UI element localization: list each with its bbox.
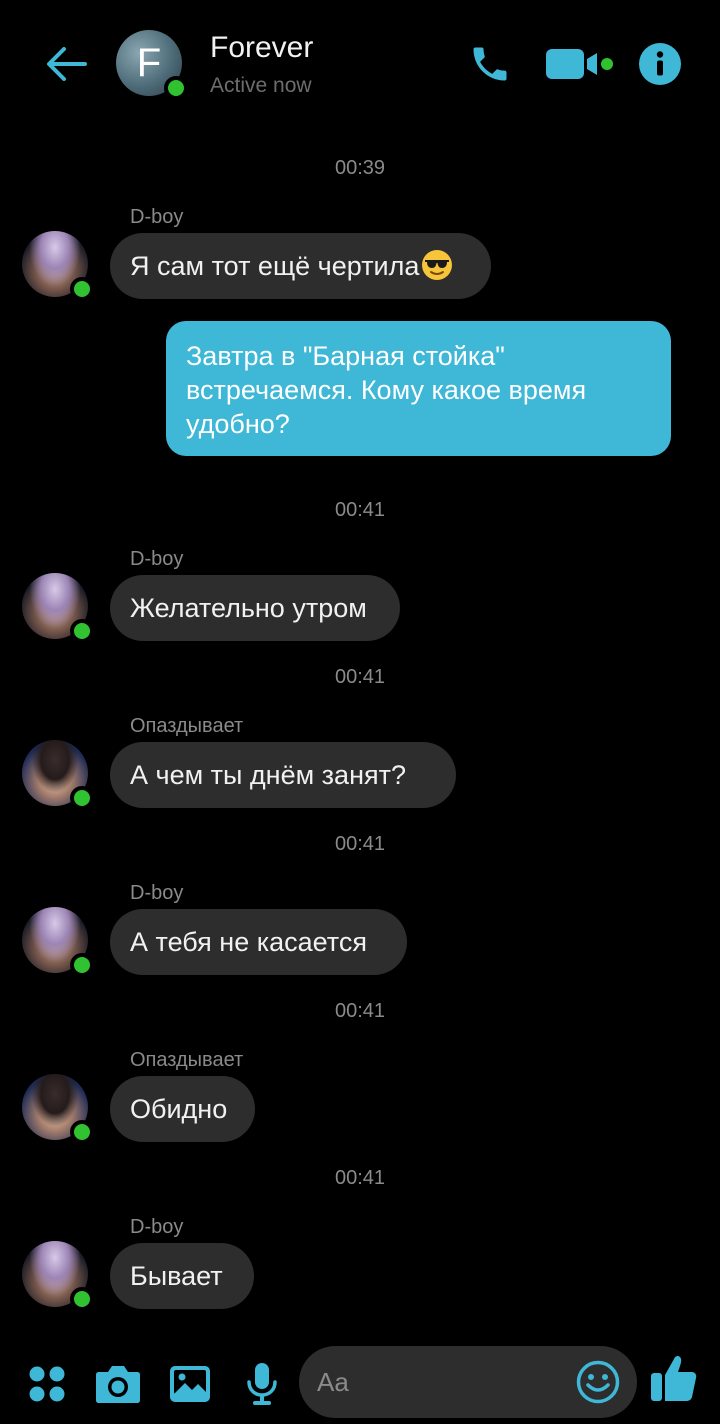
chat-avatar[interactable]: F bbox=[116, 30, 188, 100]
message-timestamp: 00:41 bbox=[334, 1167, 386, 1189]
emoji-button[interactable] bbox=[574, 1356, 622, 1408]
gallery-button[interactable] bbox=[168, 1358, 212, 1410]
message-timestamp: 00:41 bbox=[334, 499, 386, 521]
video-call-button[interactable] bbox=[544, 40, 616, 88]
incoming-message[interactable]: А чем ты днём занят? bbox=[110, 742, 456, 808]
smiley-icon bbox=[576, 1360, 620, 1404]
info-icon bbox=[639, 43, 681, 85]
incoming-message[interactable]: Я сам тот ещё чертила bbox=[110, 233, 491, 299]
message-text: А чем ты днём занят? bbox=[130, 760, 406, 790]
online-status-dot bbox=[70, 953, 94, 977]
message-timestamp: 00:41 bbox=[334, 1000, 386, 1022]
more-actions-button[interactable] bbox=[26, 1358, 68, 1410]
back-button[interactable] bbox=[40, 38, 92, 90]
sender-name: D-boy bbox=[130, 548, 184, 570]
message-timestamp: 00:39 bbox=[334, 157, 386, 179]
sender-name: D-boy bbox=[130, 882, 184, 904]
voice-button[interactable] bbox=[240, 1358, 284, 1410]
image-icon bbox=[170, 1366, 210, 1402]
sender-avatar[interactable] bbox=[22, 573, 94, 643]
incoming-message[interactable]: А тебя не касается bbox=[110, 909, 407, 975]
message-timestamp: 00:41 bbox=[334, 666, 386, 688]
message-text: Я сам тот ещё чертила bbox=[130, 251, 420, 281]
message-text: Завтра в "Барная стойка" встречаемся. Ко… bbox=[186, 341, 587, 439]
message-text: А тебя не касается bbox=[130, 927, 367, 957]
online-status-dot bbox=[70, 786, 94, 810]
sender-avatar[interactable] bbox=[22, 1241, 94, 1311]
online-status-dot bbox=[70, 1120, 94, 1144]
message-text: Бывает bbox=[130, 1261, 223, 1291]
arrow-left-icon bbox=[47, 47, 87, 81]
message-text: Обидно bbox=[130, 1094, 228, 1124]
incoming-message[interactable]: Желательно утром bbox=[110, 575, 400, 641]
phone-icon bbox=[473, 47, 507, 81]
active-status: Active now bbox=[210, 74, 312, 97]
sunglasses-emoji-icon bbox=[422, 250, 453, 280]
info-button[interactable] bbox=[636, 40, 684, 88]
outgoing-message[interactable]: Завтра в "Барная стойка" встречаемся. Ко… bbox=[166, 321, 671, 456]
call-button[interactable] bbox=[466, 40, 514, 88]
thumbs-up-icon bbox=[651, 1355, 697, 1401]
sender-avatar[interactable] bbox=[22, 231, 94, 301]
online-status-dot bbox=[70, 1287, 94, 1311]
four-dots-icon bbox=[29, 1366, 65, 1402]
message-timestamp: 00:41 bbox=[334, 833, 386, 855]
chat-title[interactable]: Forever bbox=[210, 31, 313, 65]
online-status-dot bbox=[70, 277, 94, 301]
camera-button[interactable] bbox=[94, 1358, 142, 1410]
sender-avatar[interactable] bbox=[22, 1074, 94, 1144]
online-status-dot bbox=[70, 619, 94, 643]
sender-name: D-boy bbox=[130, 206, 184, 228]
message-text: Желательно утром bbox=[130, 593, 367, 623]
sender-name: Опаздывает bbox=[130, 715, 244, 737]
chat-avatar-letter: F bbox=[136, 40, 162, 85]
incoming-message[interactable]: Бывает bbox=[110, 1243, 254, 1309]
sender-name: Опаздывает bbox=[130, 1049, 244, 1071]
microphone-icon bbox=[247, 1363, 277, 1405]
sender-avatar[interactable] bbox=[22, 740, 94, 810]
message-composer bbox=[0, 1344, 720, 1424]
like-button[interactable] bbox=[648, 1352, 700, 1404]
incoming-message[interactable]: Обидно bbox=[110, 1076, 255, 1142]
sender-avatar[interactable] bbox=[22, 907, 94, 977]
chat-header: F Forever Active now bbox=[0, 0, 720, 128]
sender-name: D-boy bbox=[130, 1216, 184, 1238]
camera-icon bbox=[96, 1366, 140, 1403]
video-camera-icon bbox=[546, 49, 613, 79]
online-status-dot bbox=[164, 76, 188, 100]
